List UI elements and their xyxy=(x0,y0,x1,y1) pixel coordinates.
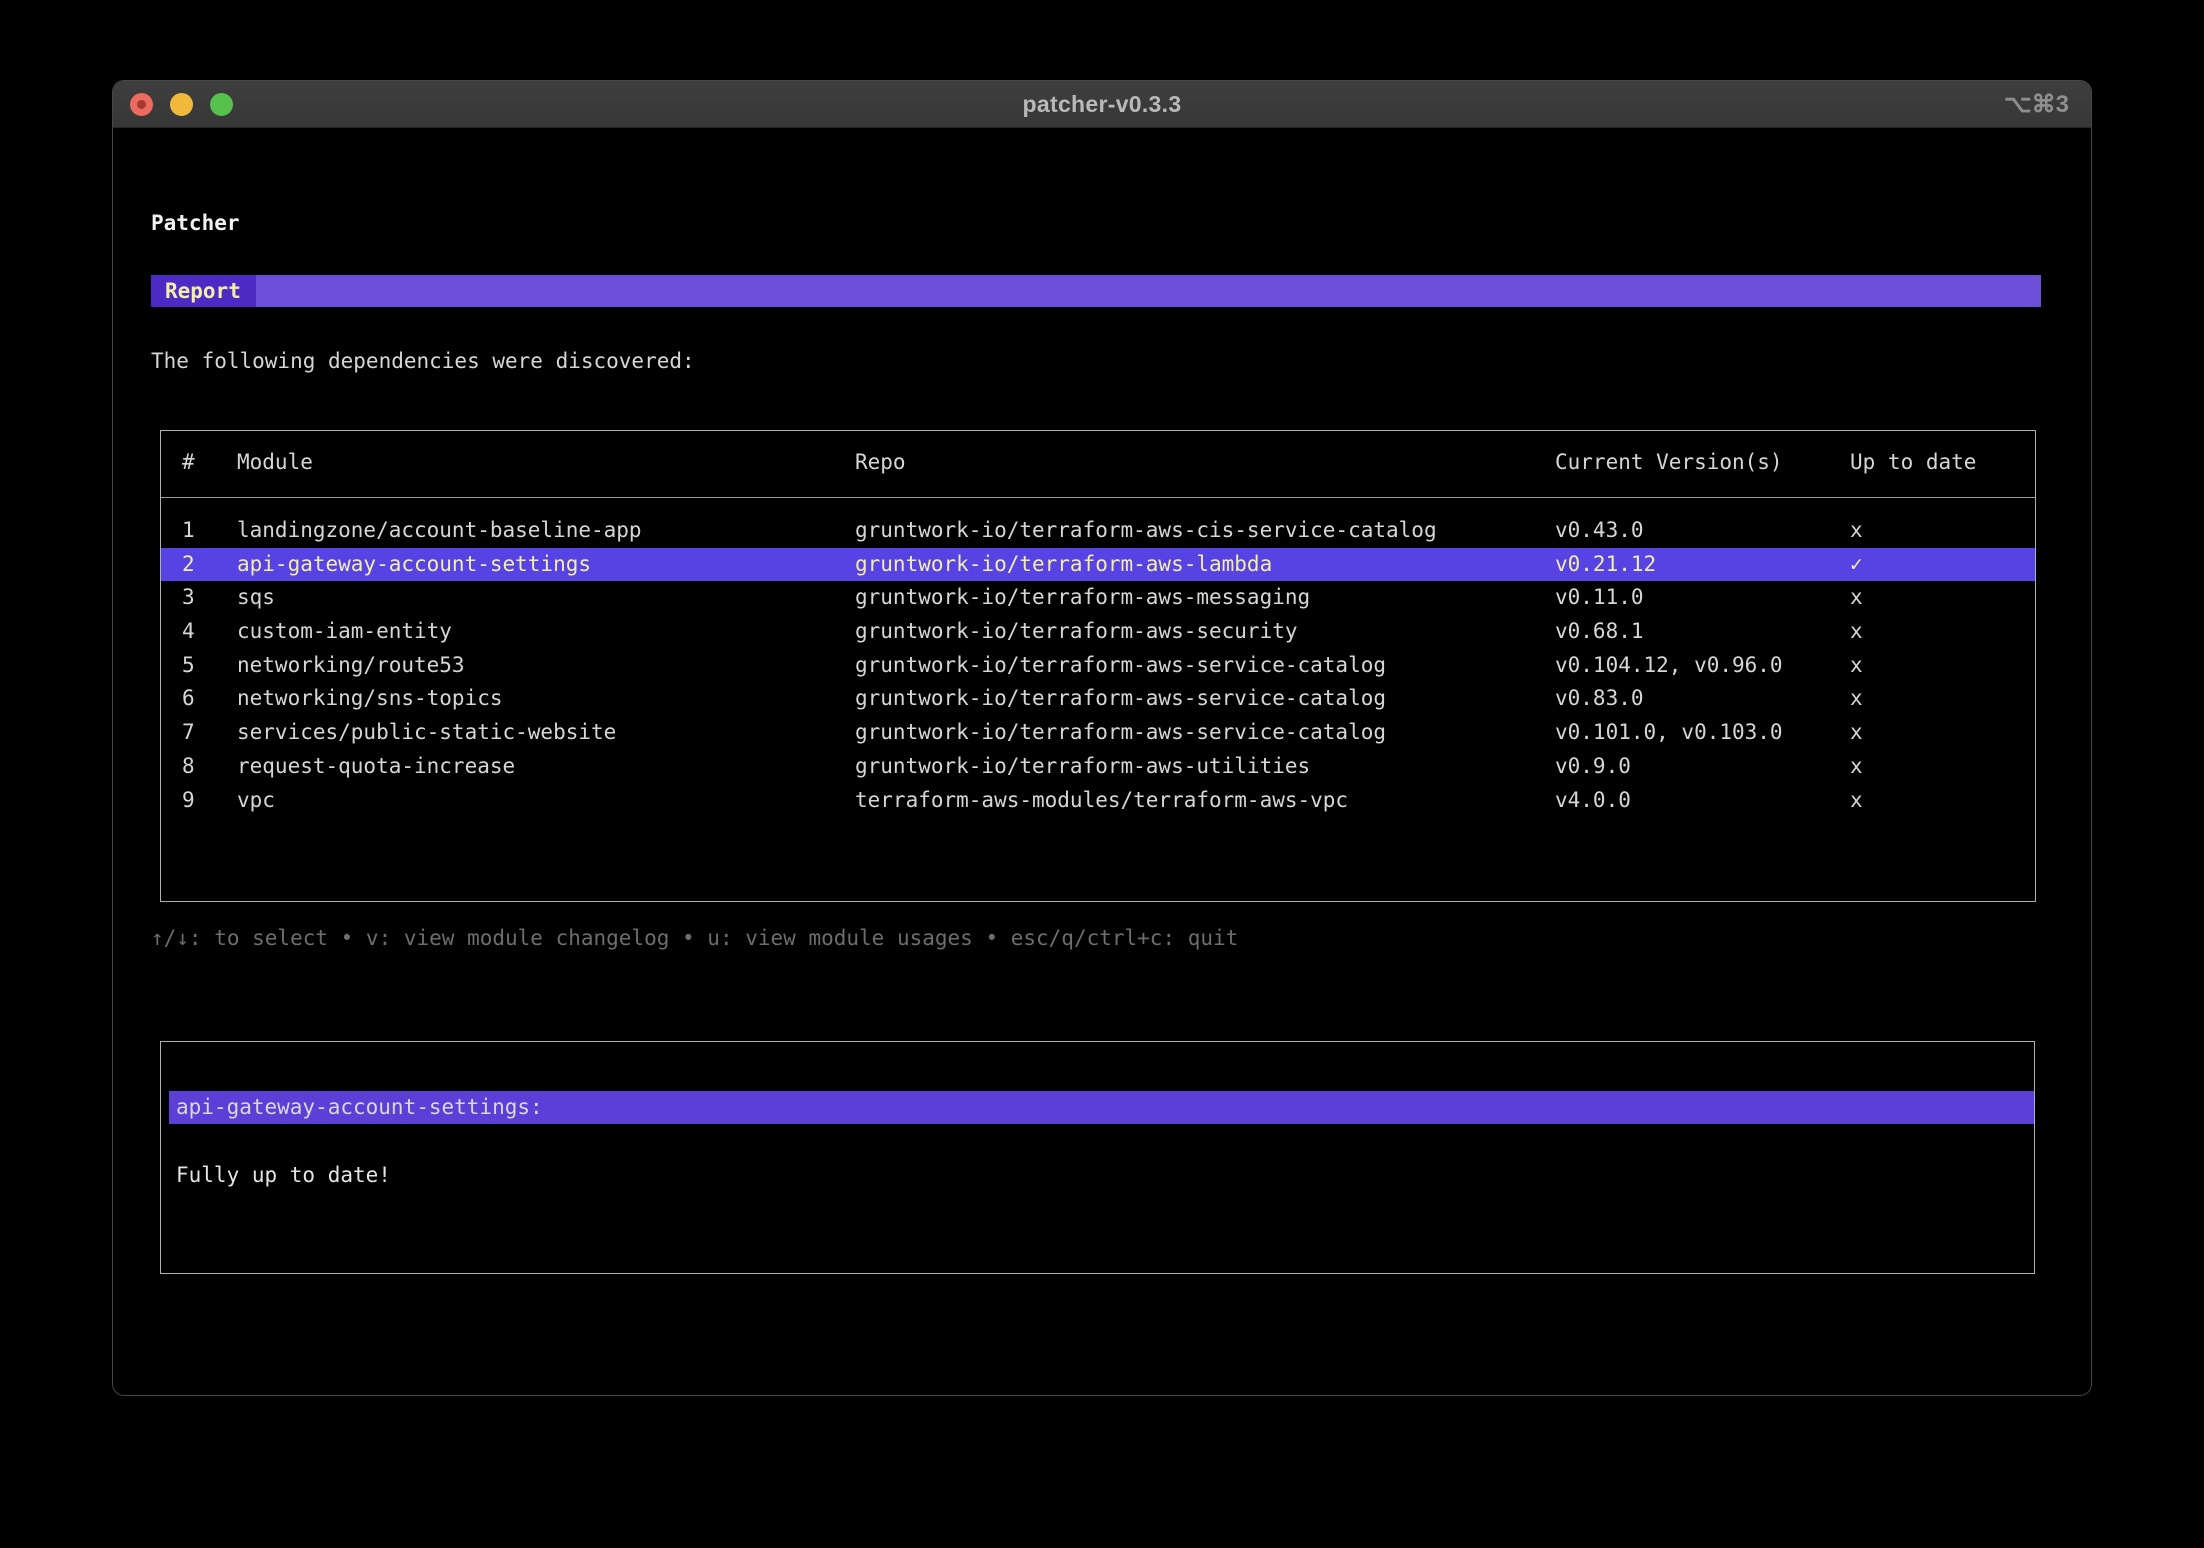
table-row[interactable]: 2 api-gateway-account-settings gruntwork… xyxy=(161,547,2035,582)
report-banner: Report xyxy=(151,275,2041,307)
row-module: custom-iam-entity xyxy=(237,619,452,644)
row-versions: v0.68.1 xyxy=(1555,619,1644,644)
column-header-versions: Current Version(s) xyxy=(1555,450,1783,474)
terminal-window: patcher-v0.3.3 ⌥⌘3 Patcher Report The fo… xyxy=(112,80,2092,1396)
terminal-screen: Patcher Report The following dependencie… xyxy=(113,128,2091,1395)
detail-body: Fully up to date! xyxy=(176,1163,391,1187)
row-num: 7 xyxy=(182,720,195,745)
row-num: 1 xyxy=(182,518,195,542)
row-repo: gruntwork-io/terraform-aws-service-catal… xyxy=(855,652,1387,677)
row-versions: v0.9.0 xyxy=(1555,753,1631,778)
row-up-to-date: x xyxy=(1850,652,1863,677)
maximize-button[interactable] xyxy=(210,92,233,116)
column-header-up-to-date: Up to date xyxy=(1850,450,1977,474)
row-versions: v0.11.0 xyxy=(1555,585,1644,610)
row-versions: v0.43.0 xyxy=(1555,518,1644,542)
row-module: api-gateway-account-settings xyxy=(237,551,592,576)
app-heading: Patcher xyxy=(151,211,240,235)
row-repo: gruntwork-io/terraform-aws-service-catal… xyxy=(855,686,1387,711)
row-up-to-date: x xyxy=(1850,518,1863,542)
row-up-to-date: x xyxy=(1850,753,1863,778)
row-up-to-date: x xyxy=(1850,720,1863,745)
row-versions: v0.83.0 xyxy=(1555,686,1644,711)
table-row[interactable]: 9 vpc terraform-aws-modules/terraform-aw… xyxy=(161,784,2035,818)
table-body: 1 landingzone/account-baseline-app grunt… xyxy=(161,514,2035,817)
row-up-to-date: x xyxy=(1850,686,1863,711)
row-module: landingzone/account-baseline-app xyxy=(237,518,642,542)
row-up-to-date: x xyxy=(1850,787,1863,812)
row-num: 5 xyxy=(182,652,195,677)
table-row[interactable]: 4 custom-iam-entity gruntwork-io/terrafo… xyxy=(161,615,2035,649)
row-versions: v0.104.12, v0.96.0 xyxy=(1555,652,1783,677)
table-row[interactable]: 1 landingzone/account-baseline-app grunt… xyxy=(161,514,2035,548)
table-row[interactable]: 3 sqs gruntwork-io/terraform-aws-messagi… xyxy=(161,581,2035,615)
traffic-lights xyxy=(130,81,233,127)
minimize-button[interactable] xyxy=(170,92,193,116)
row-repo: gruntwork-io/terraform-aws-security xyxy=(855,619,1298,644)
row-num: 6 xyxy=(182,686,195,711)
detail-panel: api-gateway-account-settings: Fully up t… xyxy=(160,1041,2035,1274)
column-header-module: Module xyxy=(237,450,313,474)
row-up-to-date: x xyxy=(1850,619,1863,644)
window-title: patcher-v0.3.3 xyxy=(1022,90,1182,117)
row-versions: v0.21.12 xyxy=(1555,551,1657,576)
intro-text: The following dependencies were discover… xyxy=(151,349,695,373)
row-module: networking/sns-topics xyxy=(237,686,503,711)
row-repo: gruntwork-io/terraform-aws-messaging xyxy=(855,585,1311,610)
row-repo: gruntwork-io/terraform-aws-utilities xyxy=(855,753,1311,778)
row-up-to-date: x xyxy=(1850,585,1863,610)
table-row[interactable]: 8 request-quota-increase gruntwork-io/te… xyxy=(161,750,2035,784)
column-header-repo: Repo xyxy=(855,450,906,474)
row-up-to-date: ✓ xyxy=(1850,551,1863,576)
window-titlebar[interactable]: patcher-v0.3.3 ⌥⌘3 xyxy=(113,81,2091,128)
table-header: # Module Repo Current Version(s) Up to d… xyxy=(161,445,2035,479)
table-row[interactable]: 6 networking/sns-topics gruntwork-io/ter… xyxy=(161,682,2035,716)
unsaved-dot-icon xyxy=(137,99,146,109)
dependencies-table: # Module Repo Current Version(s) Up to d… xyxy=(160,430,2036,902)
help-bar: ↑/↓: to select • v: view module changelo… xyxy=(151,926,1239,950)
row-module: services/public-static-website xyxy=(237,720,617,745)
row-module: vpc xyxy=(237,787,275,812)
row-num: 4 xyxy=(182,619,195,644)
row-versions: v0.101.0, v0.103.0 xyxy=(1555,720,1783,745)
table-row[interactable]: 7 services/public-static-website gruntwo… xyxy=(161,716,2035,750)
row-num: 2 xyxy=(182,551,195,576)
table-row[interactable]: 5 networking/route53 gruntwork-io/terraf… xyxy=(161,649,2035,683)
row-versions: v4.0.0 xyxy=(1555,787,1631,812)
row-repo: gruntwork-io/terraform-aws-service-catal… xyxy=(855,720,1387,745)
row-repo: terraform-aws-modules/terraform-aws-vpc xyxy=(855,787,1349,812)
tab-shortcut-label: ⌥⌘3 xyxy=(2003,90,2069,118)
row-num: 3 xyxy=(182,585,195,610)
row-module: networking/route53 xyxy=(237,652,465,677)
row-num: 8 xyxy=(182,753,195,778)
row-repo: gruntwork-io/terraform-aws-cis-service-c… xyxy=(855,518,1437,542)
column-header-num: # xyxy=(182,450,195,474)
close-button[interactable] xyxy=(130,92,153,116)
row-module: sqs xyxy=(237,585,275,610)
row-repo: gruntwork-io/terraform-aws-lambda xyxy=(855,551,1273,576)
row-module: request-quota-increase xyxy=(237,753,516,778)
row-num: 9 xyxy=(182,787,195,812)
detail-title: api-gateway-account-settings: xyxy=(169,1091,2034,1124)
header-separator xyxy=(161,497,2035,498)
tab-report[interactable]: Report xyxy=(151,275,256,307)
